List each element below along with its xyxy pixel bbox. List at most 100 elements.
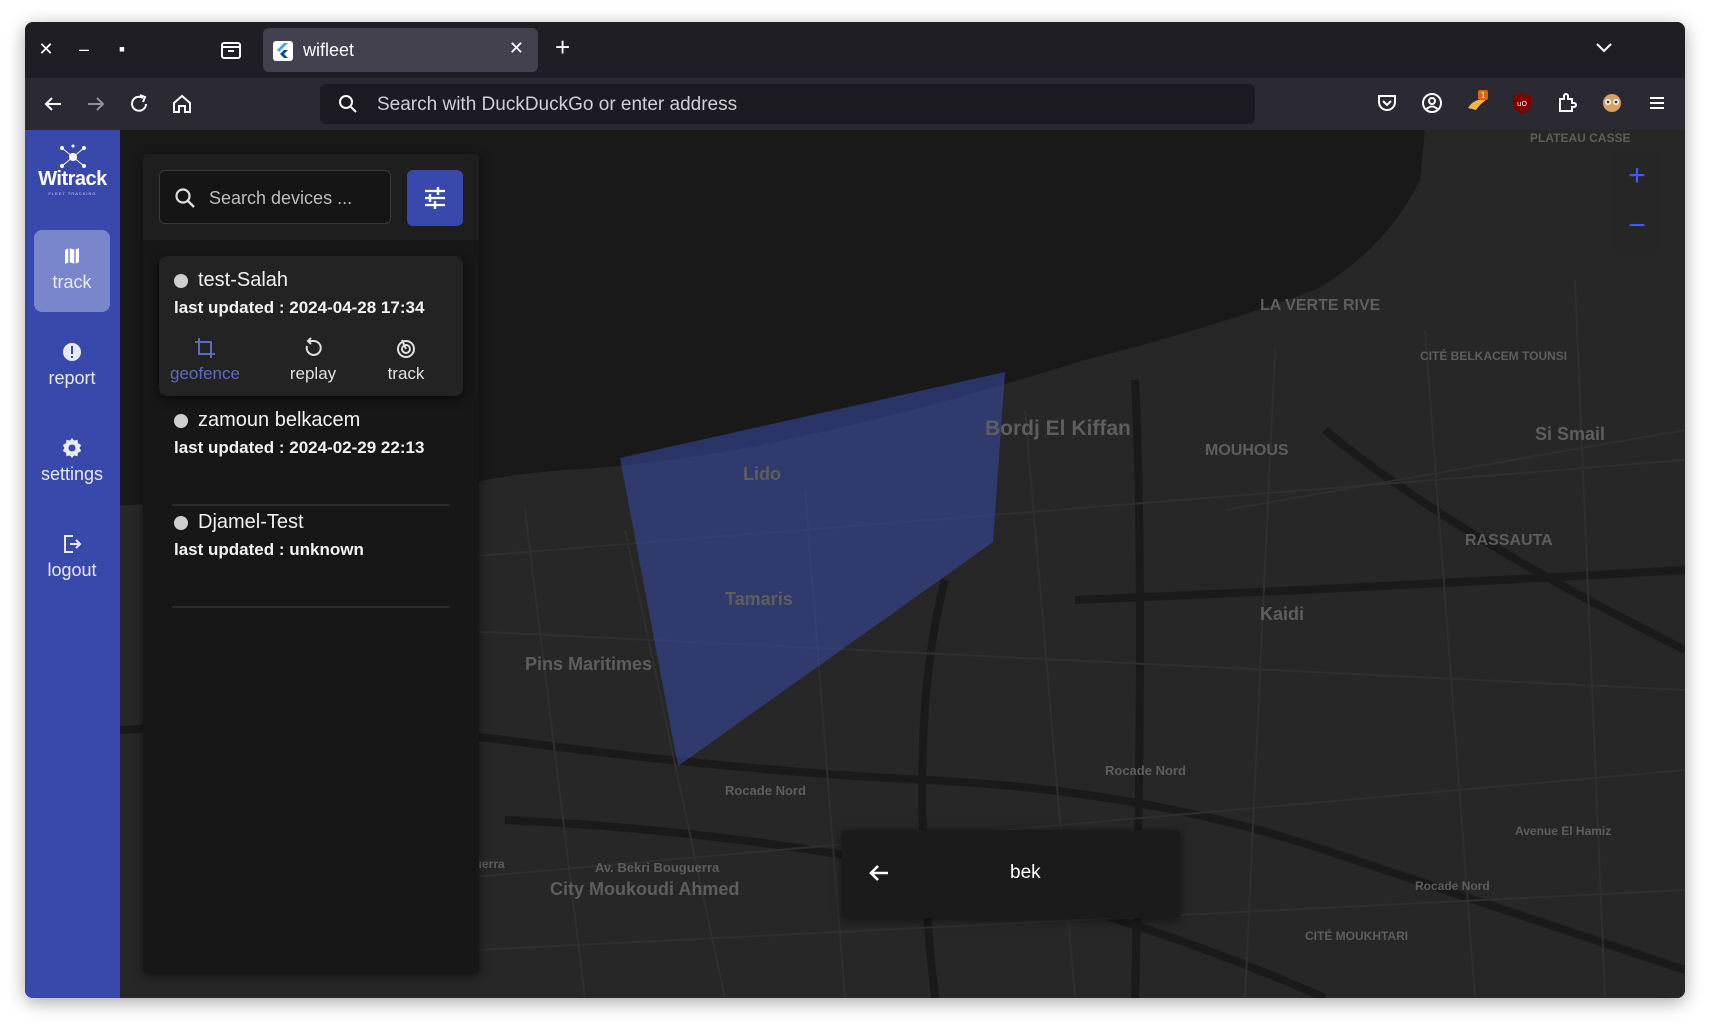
side-navigation-rail: Witrack FLEET TRACKING track report sett… <box>25 130 120 998</box>
device-last-updated: last updated : 2024-02-29 22:13 <box>174 438 425 457</box>
device-last-updated: last updated : 2024-04-28 17:34 <box>174 298 425 317</box>
device-name: zamoun belkacem <box>198 409 361 431</box>
bottom-bar-text: bek <box>1010 862 1041 883</box>
logo-mark-icon <box>59 144 86 168</box>
replay-button[interactable]: replay <box>273 336 353 384</box>
zoom-out-button[interactable]: − <box>1613 202 1661 252</box>
action-label: geofence <box>170 364 240 383</box>
device-name: test-Salah <box>198 269 289 291</box>
back-arrow-icon[interactable] <box>866 860 892 886</box>
tab-strip: ✕ – ▪ wifleet ✕ + <box>25 22 1685 78</box>
gear-icon <box>62 438 82 458</box>
bottom-info-bar: bek <box>842 830 1180 918</box>
nav-item-label: settings <box>40 464 104 484</box>
device-panel: Search devices ... test-Salah last updat… <box>143 154 479 974</box>
nav-item-label: report <box>48 368 96 388</box>
maximize-window-icon[interactable]: ▪ <box>109 36 135 62</box>
account-icon[interactable] <box>1419 90 1445 116</box>
map-zoom-controls: + − <box>1613 152 1661 252</box>
pocket-icon[interactable] <box>1374 90 1400 116</box>
new-tab-icon[interactable]: + <box>555 34 570 60</box>
navigation-bar: Search with DuckDuckGo or enter address … <box>25 78 1685 130</box>
logo-tagline: FLEET TRACKING <box>48 191 97 196</box>
home-icon[interactable] <box>168 90 196 118</box>
tab-overview-icon[interactable] <box>217 36 245 64</box>
ublock-origin-icon[interactable]: uO <box>1509 90 1535 116</box>
device-card-selected[interactable]: test-Salah last updated : 2024-04-28 17:… <box>159 256 463 396</box>
minimize-window-icon[interactable]: – <box>71 36 97 62</box>
app-content: LA VERTE RIVE CITÉ BELKACEM TOUNSI Bordj… <box>25 130 1685 998</box>
search-icon <box>336 92 360 121</box>
status-dot <box>174 274 188 288</box>
svg-text:CITÉ MOUKHTARI: CITÉ MOUKHTARI <box>1305 928 1408 943</box>
svg-text:Av. Bekri Bouguerra: Av. Bekri Bouguerra <box>595 860 720 875</box>
extension-bird-icon[interactable]: 1 <box>1464 90 1490 116</box>
address-bar[interactable]: Search with DuckDuckGo or enter address <box>320 84 1255 124</box>
svg-text:Rocade Nord: Rocade Nord <box>1415 879 1490 893</box>
search-placeholder: Search devices ... <box>209 188 353 208</box>
close-window-icon[interactable]: ✕ <box>33 36 59 62</box>
svg-text:Lido: Lido <box>743 464 781 484</box>
radar-icon <box>397 339 415 358</box>
status-dot <box>174 516 188 530</box>
svg-text:Kaidi: Kaidi <box>1260 604 1304 624</box>
nav-item-label: track <box>52 272 92 292</box>
geofence-button[interactable]: geofence <box>165 336 245 384</box>
browser-window: ✕ – ▪ wifleet ✕ + Search with DuckDuckGo… <box>25 22 1685 998</box>
svg-text:Si Smail: Si Smail <box>1535 424 1605 444</box>
tune-icon <box>425 187 445 209</box>
reload-icon[interactable] <box>125 90 153 118</box>
alert-circle-icon <box>63 343 81 361</box>
svg-text:Rocade Nord: Rocade Nord <box>725 783 806 798</box>
logo-word: Witrack <box>38 168 107 190</box>
svg-text:PLATEAU CASSE: PLATEAU CASSE <box>1530 131 1630 145</box>
device-last-updated: last updated : unknown <box>174 540 364 559</box>
witrack-logo: Witrack FLEET TRACKING <box>34 144 111 196</box>
map-icon <box>65 248 79 264</box>
list-all-tabs-icon[interactable] <box>1593 36 1615 63</box>
action-label: track <box>387 364 425 383</box>
device-list-item[interactable]: zamoun belkacem last updated : 2024-02-2… <box>159 406 463 486</box>
device-search-bar: Search devices ... <box>143 154 479 240</box>
svg-text:RASSAUTA: RASSAUTA <box>1465 532 1553 549</box>
flutter-favicon-icon <box>273 41 293 61</box>
filter-button[interactable] <box>407 170 463 226</box>
device-name: Djamel-Test <box>198 511 304 533</box>
svg-text:uO: uO <box>1517 100 1527 108</box>
search-icon <box>172 185 198 216</box>
svg-text:MOUHOUS: MOUHOUS <box>1205 442 1289 459</box>
svg-text:Rocade Nord: Rocade Nord <box>1105 763 1186 778</box>
device-list-item[interactable]: Djamel-Test last updated : unknown <box>159 508 463 588</box>
address-placeholder: Search with DuckDuckGo or enter address <box>377 94 738 115</box>
menu-icon[interactable] <box>1644 90 1670 116</box>
replay-icon <box>305 337 322 356</box>
browser-tab[interactable]: wifleet ✕ <box>263 28 538 72</box>
zoom-in-button[interactable]: + <box>1613 152 1661 202</box>
forward-icon[interactable] <box>82 90 110 118</box>
svg-text:City Moukoudi Ahmed: City Moukoudi Ahmed <box>550 879 739 899</box>
svg-text:CITÉ BELKACEM TOUNSI: CITÉ BELKACEM TOUNSI <box>1420 348 1567 363</box>
svg-text:Pins Maritimes: Pins Maritimes <box>525 654 652 674</box>
track-button[interactable]: track <box>366 336 446 384</box>
device-search-input[interactable]: Search devices ... <box>159 170 391 224</box>
extensions-puzzle-icon[interactable] <box>1554 90 1580 116</box>
list-divider <box>172 606 450 608</box>
nav-item-report[interactable]: report <box>34 326 110 408</box>
nav-item-track[interactable]: track <box>34 230 110 312</box>
nav-item-settings[interactable]: settings <box>34 422 110 504</box>
svg-text:Bordj El Kiffan: Bordj El Kiffan <box>985 417 1131 440</box>
container-extension-icon[interactable] <box>1599 90 1625 116</box>
svg-text:Tamaris: Tamaris <box>725 589 793 609</box>
svg-text:LA VERTE RIVE: LA VERTE RIVE <box>1260 297 1381 314</box>
close-tab-icon[interactable]: ✕ <box>509 38 524 59</box>
tab-title: wifleet <box>303 40 355 60</box>
crop-icon <box>195 338 215 358</box>
nav-item-label: logout <box>47 560 97 580</box>
extension-badge: 1 <box>1480 91 1485 100</box>
svg-text:Avenue El Hamiz: Avenue El Hamiz <box>1515 824 1611 838</box>
back-icon[interactable] <box>39 90 67 118</box>
list-divider <box>172 504 450 506</box>
status-dot <box>174 414 188 428</box>
logout-icon <box>64 535 82 553</box>
nav-item-logout[interactable]: logout <box>34 518 110 600</box>
